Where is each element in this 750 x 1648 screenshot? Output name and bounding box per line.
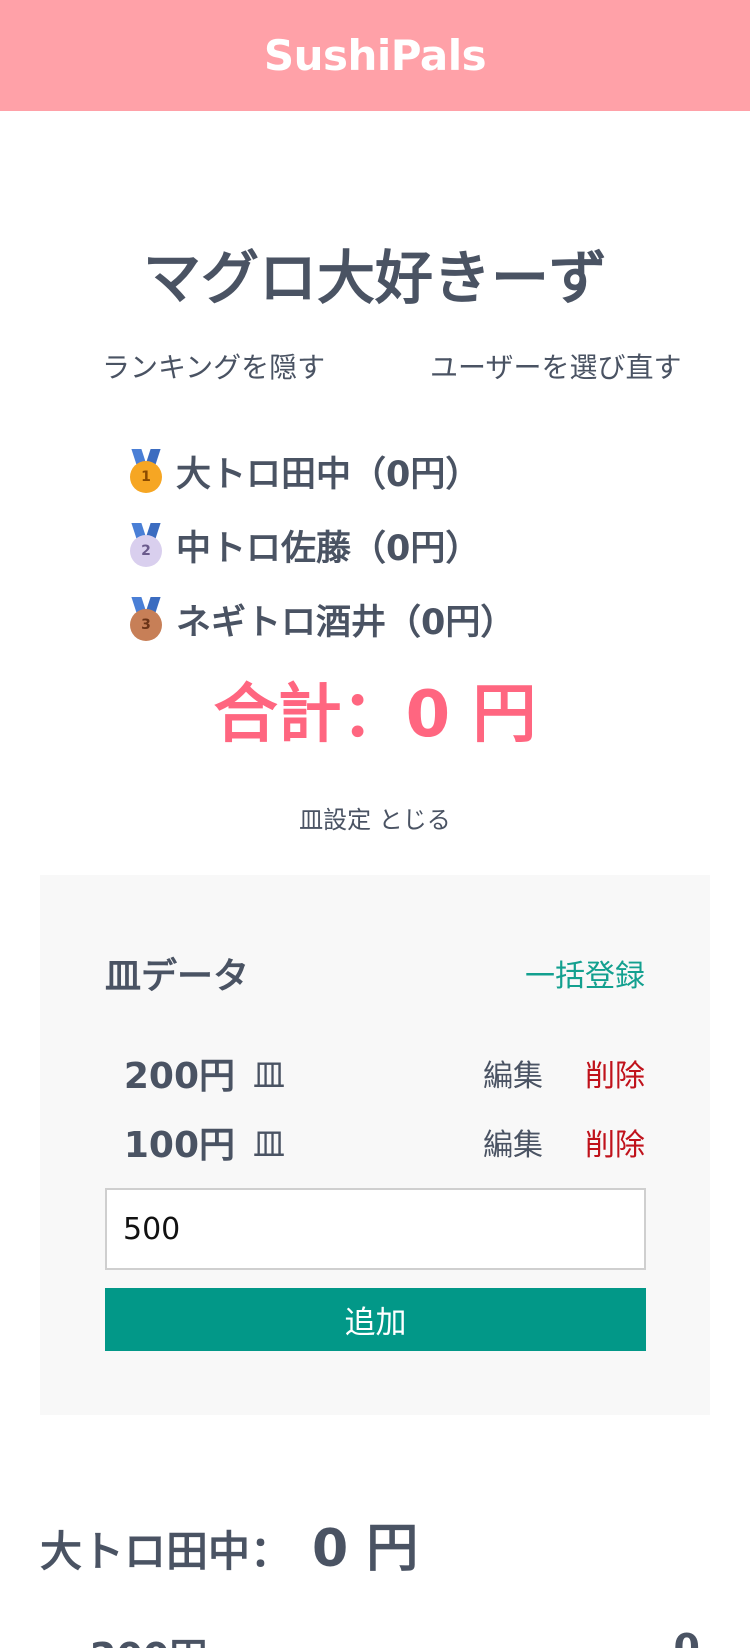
plate-price: 200円	[123, 1056, 235, 1097]
user-plate-count: 0	[673, 1626, 700, 1648]
app-header: SushiPals	[0, 0, 750, 111]
user-plate-row: 200円 0	[90, 1626, 700, 1648]
edit-plate-button[interactable]: 編集	[483, 1051, 543, 1095]
ranking-label: ネギトロ酒井（0円）	[176, 602, 516, 643]
plate-icon: 皿	[253, 1056, 286, 1094]
hide-ranking-link[interactable]: ランキングを隠す	[102, 346, 325, 390]
plate-row: 200円 皿 編集 削除	[105, 1043, 645, 1103]
ranking-list: 1 大トロ田中（0円） 2 中トロ佐藤（0円） 3 ネギトロ酒井（0円）	[128, 434, 515, 656]
add-plate-button[interactable]: 追加	[105, 1288, 646, 1351]
user-name: 大トロ田中：	[40, 1527, 293, 1576]
ranking-item-2: 2 中トロ佐藤（0円）	[128, 508, 515, 582]
plate-icon: 皿	[253, 1125, 286, 1163]
plate-price: 100円	[123, 1125, 235, 1166]
silver-medal-icon: 2	[128, 523, 164, 567]
plate-data-title: 皿データ	[105, 956, 250, 997]
reselect-user-link[interactable]: ユーザーを選び直す	[430, 346, 681, 390]
user-plate-price: 200円	[90, 1626, 207, 1648]
ranking-label: 中トロ佐藤（0円）	[176, 528, 481, 569]
plate-settings-toggle[interactable]: 皿設定 とじる	[0, 800, 750, 835]
ranking-label: 大トロ田中（0円）	[176, 454, 481, 495]
app-logo: SushiPals	[263, 31, 487, 80]
plate-row: 100円 皿 編集 削除	[105, 1112, 645, 1172]
plate-price-input[interactable]	[105, 1188, 646, 1270]
gold-medal-icon: 1	[128, 449, 164, 493]
app-root: SushiPals マグロ大好きーず ランキングを隠す ユーザーを選び直す 1 …	[0, 0, 750, 1648]
plate-settings-panel: 皿データ 一括登録 200円 皿 編集 削除 100円 皿 編集 削除 追加	[40, 875, 710, 1415]
total-amount: 合計：0 円	[213, 678, 537, 752]
panel-header: 皿データ 一括登録	[105, 947, 645, 999]
ranking-item-3: 3 ネギトロ酒井（0円）	[128, 582, 515, 656]
bronze-medal-icon: 3	[128, 597, 164, 641]
delete-plate-button[interactable]: 削除	[585, 1051, 645, 1095]
user-amount: 0 円	[312, 1519, 419, 1579]
user-total-title: 大トロ田中： 0 円	[40, 1512, 418, 1589]
edit-plate-button[interactable]: 編集	[483, 1120, 543, 1164]
delete-plate-button[interactable]: 削除	[585, 1120, 645, 1164]
group-title: マグロ大好きーず	[142, 244, 607, 312]
bulk-register-link[interactable]: 一括登録	[525, 951, 645, 995]
ranking-item-1: 1 大トロ田中（0円）	[128, 434, 515, 508]
